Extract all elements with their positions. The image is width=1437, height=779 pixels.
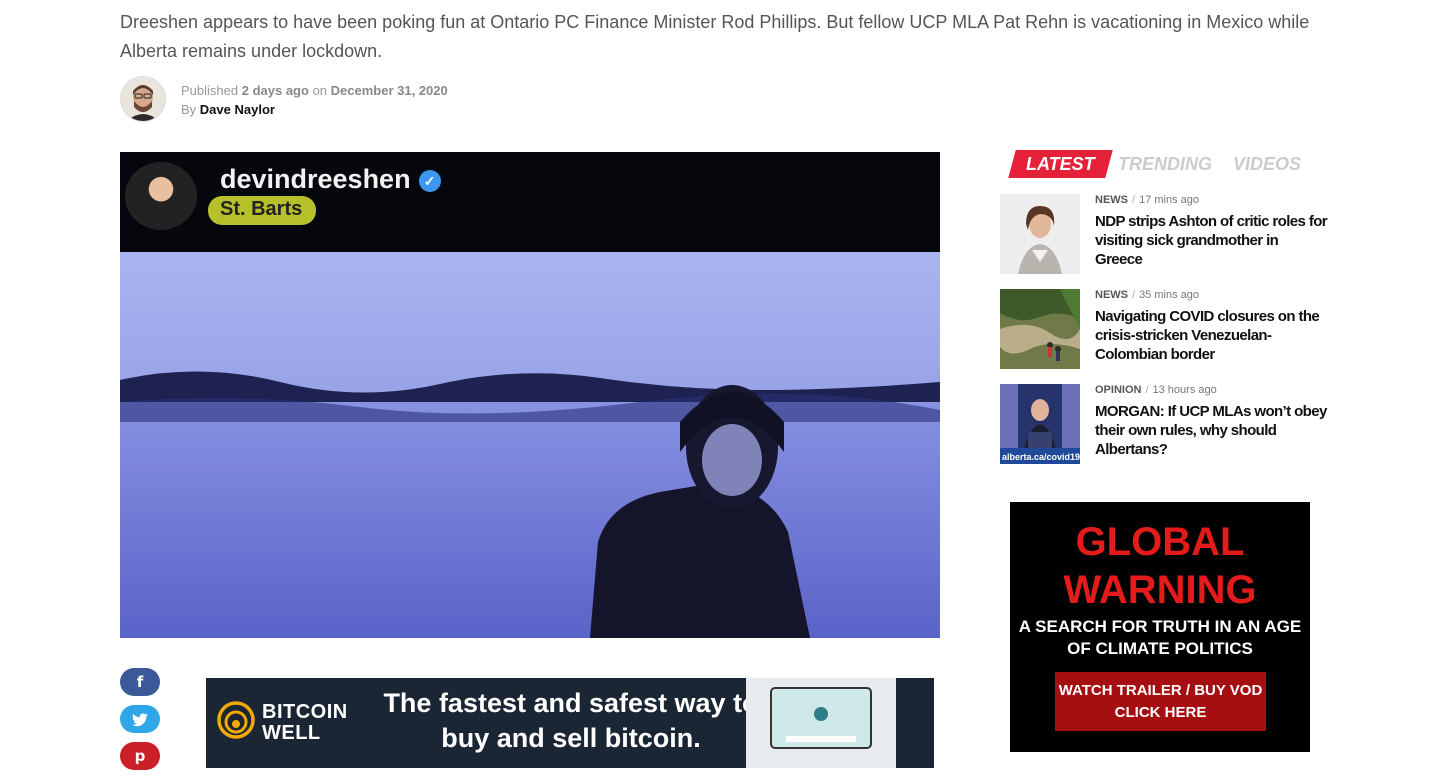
published-label: Published bbox=[181, 83, 239, 98]
app-screenshot bbox=[746, 678, 896, 768]
pinterest-share-button[interactable]: p bbox=[120, 742, 160, 770]
feed-category[interactable]: NEWS bbox=[1095, 194, 1128, 206]
on-label: on bbox=[312, 83, 328, 98]
published-date: December 31, 2020 bbox=[330, 83, 448, 98]
hero-scene bbox=[120, 252, 940, 638]
tab-latest[interactable]: LATEST bbox=[1008, 150, 1113, 178]
watch-trailer-button[interactable]: WATCH TRAILER / BUY VOD CLICK HERE bbox=[1055, 672, 1266, 731]
published-relative: 2 days ago bbox=[241, 83, 309, 98]
feed-time: 17 mins ago bbox=[1139, 194, 1199, 206]
feed-category[interactable]: NEWS bbox=[1095, 289, 1128, 301]
brand-line-2: WELL bbox=[262, 722, 321, 744]
bitcoin-well-logo-icon bbox=[217, 701, 255, 739]
cta-label: WATCH TRAILER / BUY VOD CLICK HERE bbox=[1058, 681, 1263, 721]
global-warning-ad[interactable]: GLOBAL WARNING A SEARCH FOR TRUTH IN AN … bbox=[1010, 502, 1310, 752]
author-info: By Dave Naylor bbox=[181, 102, 275, 117]
feed-time: 35 mins ago bbox=[1139, 289, 1199, 301]
sidebar-tabs: LATEST TRENDING VIDEOS bbox=[1008, 150, 1332, 180]
feed-title[interactable]: MORGAN: If UCP MLAs won’t obey their own… bbox=[1095, 402, 1327, 459]
feed-meta-2: NEWS/35 mins ago bbox=[1095, 289, 1199, 301]
global-warning-title: GLOBAL WARNING bbox=[1063, 520, 1257, 612]
author-avatar[interactable] bbox=[120, 76, 166, 122]
feed-item-3[interactable]: alberta.ca/covid19 OPINION/13 hours ago … bbox=[1000, 384, 1330, 464]
bitcoin-well-tagline: The fastest and safest way to buy and se… bbox=[383, 688, 759, 753]
facebook-icon: f bbox=[136, 673, 144, 691]
verified-check-icon: ✓ bbox=[418, 169, 441, 192]
social-share: f p bbox=[120, 668, 160, 779]
twitter-icon bbox=[132, 710, 148, 728]
feed-meta-1: NEWS/17 mins ago bbox=[1095, 194, 1199, 206]
thumb-caption: alberta.ca/covid19 bbox=[1002, 452, 1080, 462]
tab-videos[interactable]: VIDEOS bbox=[1233, 150, 1301, 178]
facebook-share-button[interactable]: f bbox=[120, 668, 160, 696]
brand-line-1: BITCOIN bbox=[262, 701, 348, 723]
instagram-handle: devindreeshen ✓ bbox=[220, 164, 441, 195]
pinterest-icon: p bbox=[134, 747, 146, 765]
feed-item-1[interactable]: NEWS/17 mins ago NDP strips Ashton of cr… bbox=[1000, 194, 1330, 274]
global-warning-subtitle: A SEARCH FOR TRUTH IN AN AGE OF CLIMATE … bbox=[1018, 617, 1302, 658]
tab-trending[interactable]: TRENDING bbox=[1118, 150, 1212, 178]
feed-title[interactable]: NDP strips Ashton of critic roles for vi… bbox=[1095, 212, 1328, 269]
feed-title[interactable]: Navigating COVID closures on the crisis-… bbox=[1095, 307, 1327, 364]
instagram-avatar bbox=[125, 162, 197, 230]
feed-thumb-2[interactable] bbox=[1000, 289, 1080, 369]
by-label: By bbox=[181, 102, 197, 117]
handle-text: devindreeshen bbox=[220, 164, 411, 194]
feed-thumb-3[interactable]: alberta.ca/covid19 bbox=[1000, 384, 1080, 464]
hero-image: devindreeshen ✓ St. Barts bbox=[120, 152, 940, 638]
feed-time: 13 hours ago bbox=[1152, 384, 1217, 396]
feed-item-2[interactable]: NEWS/35 mins ago Navigating COVID closur… bbox=[1000, 289, 1330, 369]
instagram-location: St. Barts bbox=[208, 196, 317, 225]
feed-category[interactable]: OPINION bbox=[1095, 384, 1141, 396]
feed-meta-3: OPINION/13 hours ago bbox=[1095, 384, 1217, 396]
article-subtitle: Dreeshen appears to have been poking fun… bbox=[120, 12, 1310, 61]
publish-info: Published 2 days ago on December 31, 202… bbox=[181, 83, 448, 98]
author-link[interactable]: Dave Naylor bbox=[200, 102, 275, 117]
tab-latest-label: LATEST bbox=[1026, 154, 1095, 174]
feed-thumb-1[interactable] bbox=[1000, 194, 1080, 274]
bitcoin-well-brand: BITCOIN WELL bbox=[262, 702, 348, 744]
twitter-share-button[interactable] bbox=[120, 705, 160, 733]
bitcoin-well-ad[interactable]: BITCOIN WELL The fastest and safest way … bbox=[206, 678, 934, 768]
instagram-header: devindreeshen ✓ St. Barts bbox=[120, 152, 940, 252]
